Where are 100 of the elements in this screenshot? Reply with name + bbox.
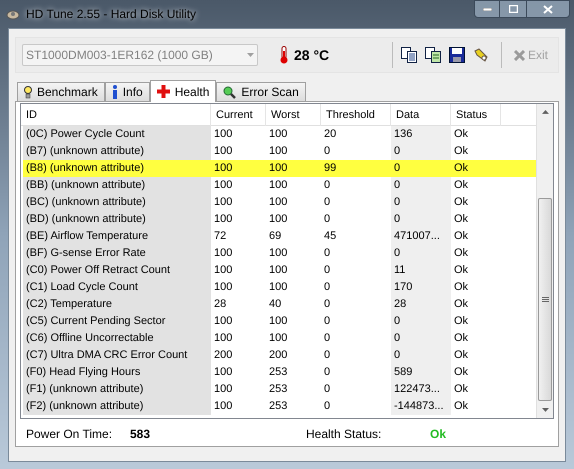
table-cell: (B7) (unknown attribute) (23, 143, 211, 160)
minimize-icon (482, 8, 492, 10)
column-header[interactable]: Threshold (321, 104, 391, 126)
table-cell-text: 100 (268, 178, 288, 194)
table-cell-text: 0 (323, 365, 332, 380)
table-cell-text: Ok (453, 365, 470, 380)
table-cell: 471007... (391, 228, 451, 245)
table-cell: -144873... (391, 398, 451, 415)
table-cell-text: 100 (213, 331, 234, 346)
table-cell-text: 0 (323, 280, 332, 296)
table-cell: 136 (391, 126, 451, 143)
health-status-value: Ok (430, 426, 446, 442)
table-cell: 0 (391, 245, 451, 262)
table-cell-text: 0 (323, 297, 332, 312)
table-cell-text: 0 (323, 178, 332, 194)
magnifier-icon (223, 86, 236, 98)
drive-dropdown[interactable]: ST1000DM003-1ER162 (1000 GB) (22, 44, 258, 66)
temperature-reading: 28 °C (294, 46, 330, 64)
table-cell-text: 100 (268, 246, 288, 262)
table-cell: 28 (391, 296, 451, 313)
table-cell: (F2) (unknown attribute) (23, 398, 211, 415)
table-cell: (C5) Current Pending Sector (23, 313, 211, 330)
lightbulb-icon (24, 86, 32, 98)
cross-icon (156, 85, 170, 98)
column-header[interactable]: Current (211, 104, 266, 126)
table-cell-text: 40 (268, 297, 282, 312)
table-cell-text: 100 (268, 144, 288, 160)
table-cell-text: 0 (323, 263, 332, 278)
table-cell: (BC) (unknown attribute) (23, 194, 211, 211)
table-cell-text: 100 (213, 399, 234, 414)
table-cell-text: 45 (323, 229, 338, 244)
table-cell: (0C) Power Cycle Count (23, 126, 211, 143)
table-cell: (BB) (unknown attribute) (23, 177, 211, 194)
maximize-button[interactable] (500, 0, 526, 18)
highlighted-row[interactable]: (B8) (unknown attribute) 100 100 99 0 Ok (23, 160, 536, 177)
table-cell: (BE) Airflow Temperature (23, 228, 211, 245)
table-cell-text: 253 (268, 399, 288, 414)
table-cell-text: Ok (453, 331, 470, 346)
info-icon (112, 85, 118, 99)
minimize-button[interactable] (474, 0, 500, 18)
table-cell: 0 (391, 177, 451, 194)
maximize-icon (508, 5, 518, 13)
table-cell-text: 100 (213, 178, 234, 194)
close-icon (543, 4, 553, 14)
table-cell-text: 100 (213, 127, 234, 142)
table-cell-text: Ok (453, 348, 470, 364)
table-cell-text: 0 (323, 195, 332, 210)
scrollbar[interactable] (536, 104, 553, 418)
table-cell-text: 253 (268, 365, 288, 380)
table-cell-text: Ok (453, 178, 470, 194)
table-cell-text: Ok (453, 382, 470, 398)
table-cell-text: Ok (453, 144, 470, 160)
table-cell-text: 100 (213, 212, 234, 228)
table-cell-text: 0 (323, 246, 332, 262)
scroll-thumb[interactable] (538, 198, 552, 402)
table-cell-text: (B8) (unknown attribute) (25, 161, 145, 176)
table-cell-text: Ok (453, 195, 470, 210)
copy-document-icon[interactable] (400, 47, 417, 63)
close-button[interactable] (526, 0, 570, 18)
table-cell: 589 (391, 364, 451, 381)
table-cell-text: Ok (453, 229, 470, 244)
table-cell-text: 100 (213, 263, 234, 278)
table-cell-text: 0 (323, 348, 332, 364)
grip-icon (542, 296, 548, 303)
table-cell-text: 100 (213, 144, 234, 160)
table-cell-text: 28 (213, 297, 228, 312)
tab[interactable]: Error Scan (216, 82, 306, 101)
table-cell: (F1) (unknown attribute) (23, 381, 211, 398)
close-x-icon (514, 50, 525, 60)
table-cell-text: 0 (323, 212, 332, 228)
table-cell-text: 0 (323, 144, 332, 160)
power-on-time-label: Power On Time: (26, 426, 114, 442)
column-header[interactable]: Status (451, 104, 501, 126)
table-cell-text: Ok (453, 297, 470, 312)
table-cell-text: Ok (453, 399, 470, 414)
table-cell: 11 (391, 262, 451, 279)
tab[interactable]: Health (150, 80, 216, 102)
table-cell: (F0) Head Flying Hours (23, 364, 211, 381)
table-cell-text: 100 (268, 127, 288, 142)
table-cell-text: Ok (453, 314, 470, 330)
tab[interactable]: Info (104, 82, 150, 101)
table-cell-text: 69 (268, 229, 282, 244)
column-header[interactable]: Worst (266, 104, 321, 126)
power-on-time-value: 583 (130, 426, 152, 442)
tab[interactable]: Benchmark (17, 82, 105, 101)
table-cell-text: 100 (268, 195, 288, 210)
table-cell-text: 100 (268, 161, 288, 176)
table-cell: 0 (391, 347, 451, 364)
table-cell-text: 72 (213, 229, 228, 244)
table-cell-text: 100 (213, 161, 234, 176)
table-cell: 0 (391, 194, 451, 211)
table-cell-text: 100 (213, 365, 234, 380)
table-cell: (C0) Power Off Retract Count (23, 262, 211, 279)
table-cell-text: 100 (213, 246, 234, 262)
table-cell-text: 0 (393, 161, 402, 176)
table-cell-text: Ok (453, 212, 470, 228)
table-cell-text: 253 (268, 382, 288, 398)
table-cell: 0 (391, 143, 451, 160)
table-cell: (BF) G-sense Error Rate (23, 245, 211, 262)
document-pages-icon[interactable] (424, 47, 441, 63)
